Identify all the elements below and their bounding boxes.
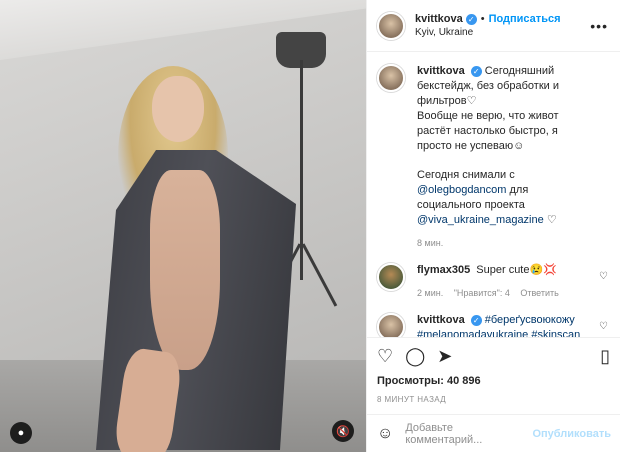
location-link[interactable]: Kyiv, Ukraine bbox=[415, 27, 561, 38]
emoji-icon[interactable]: ☺ bbox=[377, 425, 393, 443]
heart-icon[interactable]: ♡ bbox=[377, 346, 393, 367]
separator-dot: • bbox=[480, 13, 485, 25]
follow-button[interactable]: Подписаться bbox=[489, 13, 561, 25]
comment-likes[interactable]: "Нравится": 4 bbox=[454, 288, 510, 298]
caption-time[interactable]: 8 мин. bbox=[417, 238, 443, 248]
mention-link[interactable]: @olegbogdancom bbox=[417, 184, 506, 196]
comment-time[interactable]: 2 мин. bbox=[417, 288, 443, 298]
header-username[interactable]: kvittkova bbox=[415, 13, 463, 25]
comments-list[interactable]: kvittkova ✓ Сегодняшний бекстейдж, без об… bbox=[367, 52, 620, 337]
share-icon[interactable]: ➤ bbox=[437, 346, 452, 367]
model-face bbox=[152, 76, 204, 142]
comment-input[interactable]: Добавьте комментарий... bbox=[405, 422, 532, 446]
publish-button[interactable]: Опубликовать bbox=[532, 428, 611, 440]
comment-composer: ☺ Добавьте комментарий... Опубликовать bbox=[367, 414, 620, 452]
avatar[interactable] bbox=[377, 263, 405, 291]
avatar[interactable] bbox=[377, 64, 405, 92]
mute-icon[interactable]: 🔇 bbox=[332, 420, 354, 442]
verified-badge-icon: ✓ bbox=[465, 13, 477, 25]
comment-text: Super cute😢💢 bbox=[476, 264, 557, 276]
more-options-icon[interactable]: ••• bbox=[590, 18, 608, 34]
caption-line3-prefix: Сегодня снимали с bbox=[417, 169, 515, 181]
comment-item: kvittkova ✓ #береґусвоюкожу #melanomadayu… bbox=[377, 313, 610, 337]
light-stand-leg bbox=[301, 243, 338, 307]
verified-badge-icon: ✓ bbox=[470, 66, 482, 77]
post-photo[interactable]: ● 🔇 bbox=[0, 0, 366, 452]
user-tag-icon[interactable]: ● bbox=[10, 422, 32, 444]
verified-badge-icon: ✓ bbox=[470, 315, 482, 326]
model-bodysuit bbox=[150, 170, 220, 370]
mention-link[interactable]: @viva_ukraine_magazine bbox=[417, 214, 544, 226]
post-header: kvittkova ✓ • Подписаться Kyiv, Ukraine … bbox=[367, 0, 620, 52]
post-actions: ♡ ◯ ➤ ▯ bbox=[367, 337, 620, 375]
comment-item: flymax305 Super cute😢💢 2 мин. "Нравится"… bbox=[377, 263, 610, 301]
caption-line2: Вообще не верю, что живот растёт настоль… bbox=[417, 110, 559, 152]
comment-username[interactable]: flymax305 bbox=[417, 264, 470, 276]
comment-icon[interactable]: ◯ bbox=[405, 346, 425, 367]
reply-button[interactable]: Ответить bbox=[520, 288, 558, 298]
bookmark-icon[interactable]: ▯ bbox=[600, 346, 610, 367]
caption-username[interactable]: kvittkova bbox=[417, 65, 465, 77]
comment-username[interactable]: kvittkova bbox=[417, 314, 465, 326]
views-count[interactable]: Просмотры: 40 896 bbox=[367, 375, 620, 393]
caption-item: kvittkova ✓ Сегодняшний бекстейдж, без об… bbox=[377, 64, 610, 251]
heart-outline-icon[interactable]: ♡ bbox=[599, 271, 608, 282]
heart-outline-icon[interactable]: ♡ bbox=[599, 321, 608, 332]
post-sidebar: kvittkova ✓ • Подписаться Kyiv, Ukraine … bbox=[366, 0, 620, 452]
posted-ago[interactable]: 8 МИНУТ НАЗАД bbox=[367, 393, 620, 411]
header-meta: kvittkova ✓ • Подписаться Kyiv, Ukraine bbox=[415, 13, 561, 38]
avatar[interactable] bbox=[377, 11, 405, 40]
avatar[interactable] bbox=[377, 313, 405, 337]
caption-line3-suffix: ♡ bbox=[546, 214, 557, 226]
